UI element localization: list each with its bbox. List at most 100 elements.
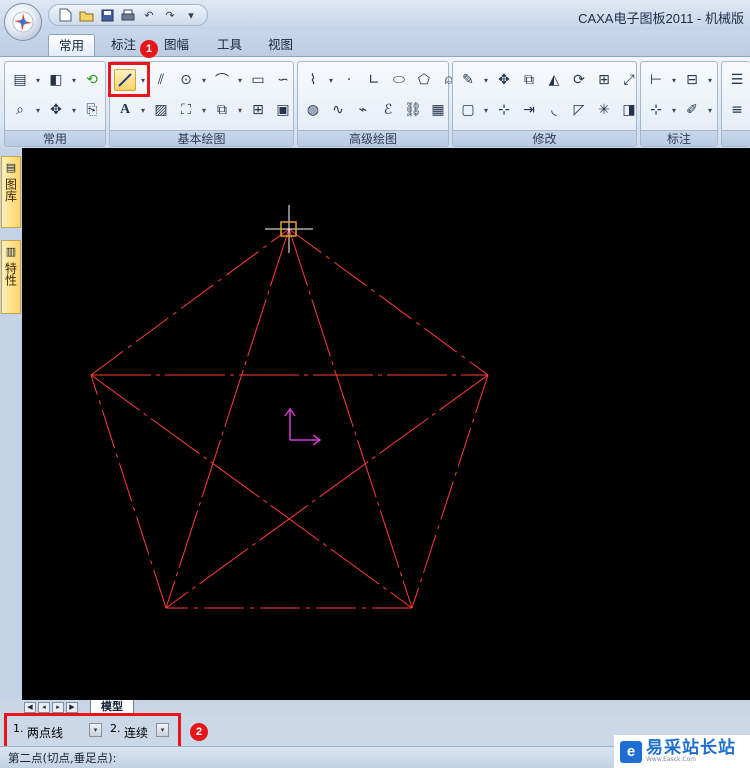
chevron-down-icon[interactable]: ▾ [139, 106, 147, 115]
stretch-icon[interactable]: ◨ [618, 99, 640, 121]
array-icon[interactable]: ⊞ [593, 69, 615, 91]
hatch-icon[interactable]: ▨ [150, 99, 172, 121]
point-icon[interactable]: · [338, 69, 360, 91]
tab-common[interactable]: 常用 [48, 34, 96, 56]
polyline-icon[interactable]: ⌇ [302, 69, 324, 91]
insert-block-icon[interactable]: ⧉ [211, 99, 233, 121]
pentagon-edge [288, 228, 489, 376]
trim-icon[interactable]: ⊹ [493, 99, 515, 121]
curve-icon[interactable]: ℰ [377, 99, 399, 121]
mirror-icon[interactable]: ◭ [543, 69, 565, 91]
star-line [165, 374, 489, 609]
group-modify: ✎ ▾ ✥ ⧉ ◭ ⟳ ⊞ ⤢ ▢ ▾ ⊹ ⇥ ◟ ◸ ✳ ◨ 修改 [452, 61, 637, 147]
tolerance-icon[interactable]: ⊹ [645, 99, 667, 121]
open-folder-icon[interactable] [78, 7, 94, 23]
image-icon[interactable]: ▣ [272, 99, 294, 121]
chevron-down-icon[interactable]: ▾ [327, 76, 335, 85]
annotation-badge-1: 1 [140, 40, 158, 58]
save-icon[interactable] [99, 7, 115, 23]
chevron-down-icon[interactable]: ▾ [34, 106, 42, 115]
first-sheet-icon[interactable]: ◀ [24, 702, 36, 713]
text-icon[interactable]: A [114, 99, 136, 121]
move-icon[interactable]: ✥ [493, 69, 515, 91]
arc-icon[interactable]: ⌒ [211, 69, 233, 91]
crosshair-cursor [265, 205, 313, 253]
polygon-icon[interactable]: ⬠ [413, 69, 435, 91]
break-line-icon[interactable]: ⌁ [352, 99, 374, 121]
tab-annotate[interactable]: 标注 [101, 34, 146, 56]
model-tab[interactable]: 模型 [90, 700, 134, 714]
offset-icon[interactable]: ▢ [457, 99, 479, 121]
dimension-icon[interactable]: ⊢ [645, 69, 667, 91]
chevron-down-icon[interactable]: ▾ [200, 76, 208, 85]
copy-format-icon[interactable]: ⎘ [81, 99, 103, 121]
ellipse-icon[interactable]: ⬭ [388, 69, 410, 91]
title-bar: ↶ ↷ ▾ CAXA电子图板2011 - 机械版 [0, 0, 750, 30]
linetype-icon[interactable]: ☰ [726, 69, 748, 91]
chevron-down-icon[interactable]: ▾ [706, 106, 714, 115]
watermark-name: 易采站长站 [646, 738, 736, 758]
scale-icon[interactable]: ⤢ [618, 69, 640, 91]
parallel-line-icon[interactable]: ⫽ [150, 69, 172, 91]
table-icon[interactable]: ▦ [427, 99, 449, 121]
side-tab-properties[interactable]: ▥ 特性 [1, 240, 21, 314]
undo-icon[interactable]: ↶ [141, 7, 157, 23]
new-file-icon[interactable] [57, 7, 73, 23]
tab-view[interactable]: 视图 [258, 34, 303, 56]
application-menu-button[interactable] [4, 3, 42, 41]
chevron-down-icon[interactable]: ▾ [482, 76, 490, 85]
redo-icon[interactable]: ↷ [162, 7, 178, 23]
tab-sheet[interactable]: 图幅 [154, 34, 199, 56]
drawing-canvas[interactable] [22, 148, 750, 700]
rotate-icon[interactable]: ⟳ [568, 69, 590, 91]
refresh-icon[interactable]: ⟲ [81, 69, 103, 91]
chevron-down-icon[interactable]: ▾ [236, 106, 244, 115]
chevron-down-icon[interactable]: ▾ [482, 106, 490, 115]
chevron-down-icon[interactable]: ▾ [236, 76, 244, 85]
chamfer-icon[interactable]: ◸ [568, 99, 590, 121]
chevron-down-icon[interactable]: ▾ [34, 76, 42, 85]
annotation-badge-2: 2 [190, 723, 208, 741]
chevron-down-icon[interactable]: ▾ [670, 76, 678, 85]
last-sheet-icon[interactable]: ▶ [66, 702, 78, 713]
chevron-down-icon[interactable]: ▾ [70, 106, 78, 115]
customize-icon[interactable]: ▾ [183, 7, 199, 23]
print-icon[interactable] [120, 7, 136, 23]
rectangle-icon[interactable]: ▭ [247, 69, 269, 91]
next-sheet-icon[interactable]: ▸ [52, 702, 64, 713]
hole-icon[interactable]: ◍ [302, 99, 324, 121]
properties-icon[interactable]: ▤ [9, 69, 31, 91]
center-line-icon[interactable]: ⊞ [247, 99, 269, 121]
group-common: ▤ ▾ ◧ ▾ ⟲ ⌕ ▾ ✥ ▾ ⎘ 常用 [4, 61, 106, 147]
chevron-down-icon[interactable]: ▾ [670, 106, 678, 115]
pan-icon[interactable]: ✥ [45, 99, 67, 121]
chevron-down-icon[interactable]: ▾ [200, 106, 208, 115]
star-line [165, 228, 290, 609]
block-icon[interactable]: ⛶ [175, 99, 197, 121]
copy-icon[interactable]: ⧉ [518, 69, 540, 91]
circle-icon[interactable]: ⊙ [175, 69, 197, 91]
wave-line-icon[interactable]: ∿ [327, 99, 349, 121]
spline-icon[interactable]: ∽ [272, 69, 294, 91]
side-tab-library[interactable]: ▤ 图库 [1, 156, 21, 228]
chevron-down-icon[interactable]: ▾ [706, 76, 714, 85]
leader-icon[interactable]: ⊟ [681, 69, 703, 91]
explode-icon[interactable]: ✳ [593, 99, 615, 121]
watermark: e 易采站长站 Www.Easck.Com [614, 735, 750, 768]
watermark-logo: e [620, 740, 642, 763]
tab-tools[interactable]: 工具 [207, 34, 252, 56]
zoom-icon[interactable]: ⌕ [9, 99, 31, 121]
lineweight-icon[interactable]: ≡ [726, 99, 748, 121]
side-tab-properties-label: 特性 [3, 262, 18, 286]
extend-icon[interactable]: ⇥ [518, 99, 540, 121]
erase-icon[interactable]: ✎ [457, 69, 479, 91]
prev-sheet-icon[interactable]: ◂ [38, 702, 50, 713]
chevron-down-icon[interactable]: ▾ [70, 76, 78, 85]
annotation-box-options [4, 713, 181, 749]
layer-icon[interactable]: ◧ [45, 69, 67, 91]
fillet-icon[interactable]: ◟ [543, 99, 565, 121]
group-annotate: ⊢ ▾ ⊟ ▾ ⊹ ▾ ✐ ▾ 标注 [640, 61, 718, 147]
angle-line-icon[interactable]: ∟ [363, 69, 385, 91]
note-icon[interactable]: ✐ [681, 99, 703, 121]
chain-icon[interactable]: ⛓ [402, 99, 424, 121]
